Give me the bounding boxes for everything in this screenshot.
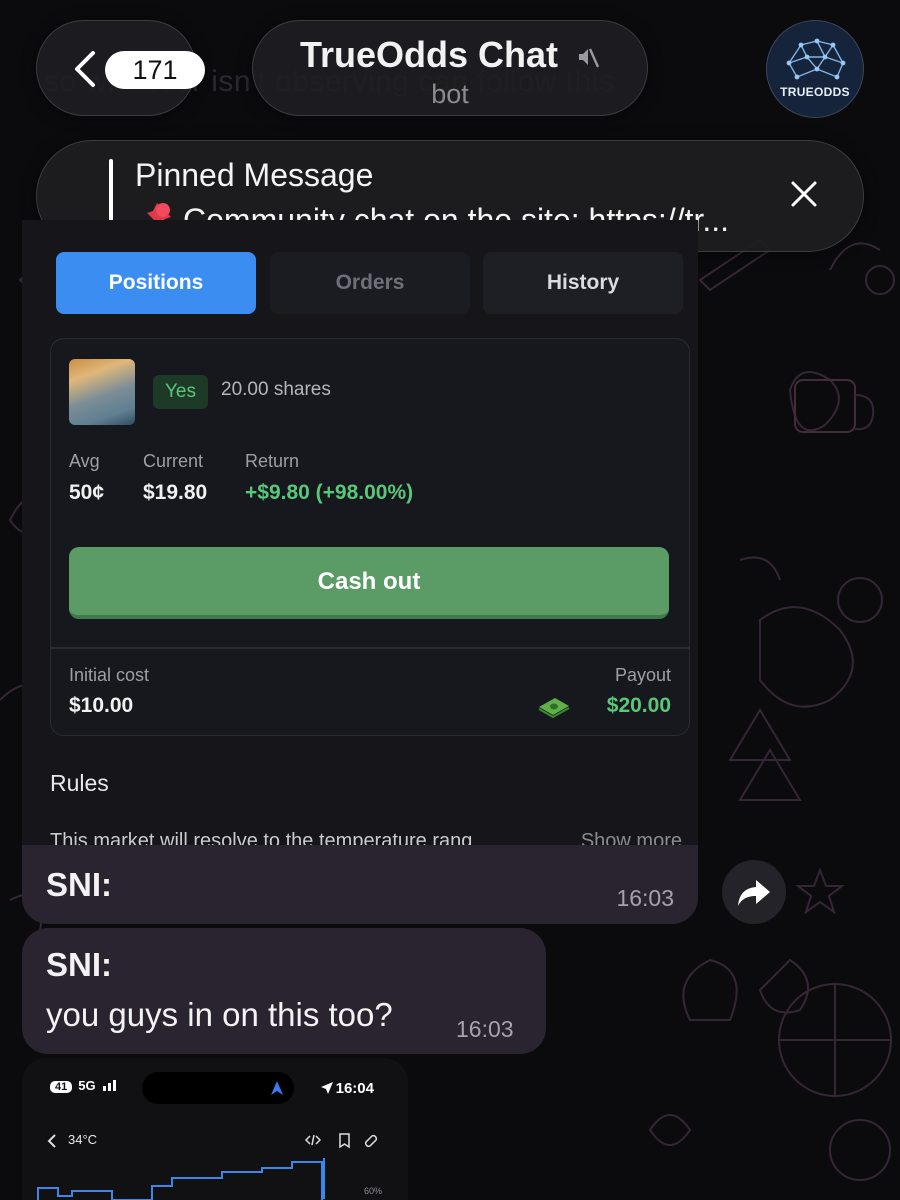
chat-subtitle: bot [431, 79, 469, 109]
return-value: +$9.80 (+98.00%) [245, 481, 414, 504]
price-chart-line [37, 1158, 325, 1200]
money-icon [538, 698, 570, 719]
return-label: Return [245, 451, 300, 471]
current-value: $19.80 [143, 481, 208, 504]
battery-level: 41 [50, 1081, 73, 1093]
screenshot-message-bubble[interactable]: Positions Orders History Yes 20.00 share… [22, 220, 698, 924]
avg-value: 50¢ [69, 481, 105, 504]
signal-icon [103, 1080, 117, 1091]
unread-count-badge: 171 [105, 51, 205, 89]
phone-time: 16:04 [335, 1080, 374, 1097]
shares-count: 20.00 shares [221, 379, 331, 400]
cash-out-button[interactable]: Cash out [69, 547, 669, 619]
message-body: you guys in on this too? [46, 996, 393, 1033]
dynamic-island [142, 1072, 294, 1104]
phone-time-row: 16:04 [320, 1080, 374, 1097]
current-label: Current [143, 451, 204, 471]
pinned-title: Pinned Message [135, 157, 374, 193]
message-sender: SNI: [46, 866, 112, 903]
outcome-badge: Yes [153, 375, 208, 409]
chevron-left-icon [75, 51, 95, 87]
message-time: 16:03 [456, 1016, 514, 1042]
show-more-link[interactable]: Show more [581, 830, 682, 845]
chat-header[interactable]: TrueOdds Chat bot [252, 20, 648, 116]
navigation-arrow-icon [271, 1081, 283, 1095]
tab-orders[interactable]: Orders [270, 252, 470, 314]
close-icon[interactable] [788, 178, 820, 210]
muted-icon [579, 48, 600, 68]
bot-avatar[interactable]: TRUEODDS [766, 20, 864, 118]
card-divider [51, 647, 689, 649]
location-arrow-icon [320, 1082, 333, 1094]
temperature-label: 34°C [68, 1132, 98, 1147]
share-arrow-icon [738, 880, 770, 906]
forward-button[interactable] [722, 860, 786, 924]
tab-positions[interactable]: Positions [56, 252, 256, 314]
chat-title-row: TrueOdds Chat [253, 34, 647, 76]
phone-screenshot-message[interactable]: 41 5G 16:04 34°C 60% [22, 1058, 408, 1200]
phone-status-left: 41 5G [50, 1078, 121, 1093]
chat-title: TrueOdds Chat [299, 34, 558, 75]
back-button[interactable]: 171 [36, 20, 205, 116]
text-message-bubble[interactable]: SNI: you guys in on this too? 16:03 [22, 928, 546, 1054]
avatar-logo-text: TRUEODDS [780, 85, 850, 99]
message-sender: SNI: [46, 946, 112, 983]
payout-label: Payout [614, 665, 671, 685]
rules-heading: Rules [50, 770, 109, 796]
toolbar-icons [304, 1133, 378, 1149]
rules-text: This market will resolve to the temperat… [50, 830, 473, 845]
market-thumbnail [69, 359, 135, 425]
payout-value: $20.00 [606, 694, 671, 717]
position-card: Yes 20.00 shares Avg 50¢ Current $19.80 … [50, 338, 690, 736]
network-type: 5G [78, 1078, 96, 1093]
tab-history[interactable]: History [483, 252, 683, 314]
initial-cost-value: $10.00 [69, 694, 134, 717]
attached-screenshot[interactable]: Positions Orders History Yes 20.00 share… [22, 220, 698, 845]
back-chevron-icon [47, 1134, 56, 1148]
percent-axis-label: 60% [364, 1186, 383, 1196]
avg-label: Avg [69, 451, 100, 471]
position-tabs: Positions Orders History [56, 252, 684, 314]
initial-cost-label: Initial cost [69, 665, 150, 685]
network-logo-icon [786, 38, 846, 80]
message-time: 16:03 [616, 885, 674, 911]
